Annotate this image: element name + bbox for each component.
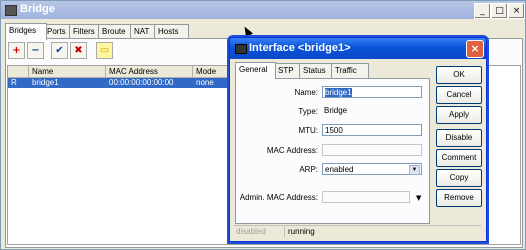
row-mode: none <box>196 78 214 87</box>
close-button[interactable]: × <box>508 3 525 19</box>
col-flag-header[interactable] <box>8 66 29 78</box>
disable-button[interactable]: Disable <box>436 129 482 147</box>
tab-bridges[interactable]: Bridges <box>5 23 47 40</box>
dialog-window-icon <box>235 44 247 54</box>
admin-mac-label: Admin. MAC Address: <box>239 193 318 202</box>
remove-icon[interactable]: − <box>27 42 44 59</box>
col-mac-header[interactable]: MAC Address <box>106 66 193 78</box>
arp-label: ARP: <box>299 165 318 174</box>
name-field-value: bridge1 <box>325 88 352 97</box>
tab-status[interactable]: Status <box>299 63 333 78</box>
copy-button[interactable]: Copy <box>436 169 482 187</box>
mtu-field[interactable]: 1500 <box>322 124 422 136</box>
mac-address-label: MAC Address: <box>266 146 318 155</box>
interface-dialog: Interface <bridge1> × General STP Status… <box>229 37 487 242</box>
row-name: bridge1 <box>32 78 59 87</box>
admin-mac-dropdown-icon[interactable]: ▼ <box>416 194 421 202</box>
bridge-titlebar[interactable]: Bridge _ □ × <box>1 1 525 19</box>
general-panel: Name: Type: MTU: MAC Address: ARP: Admin… <box>235 78 430 224</box>
tab-broute[interactable]: Broute <box>98 24 134 39</box>
dialog-status-bar: disabled running <box>234 225 481 238</box>
status-disabled: disabled <box>234 227 285 237</box>
arp-value: enabled <box>325 165 354 174</box>
window-icon <box>5 5 17 16</box>
mac-address-field <box>322 144 422 156</box>
tab-hosts[interactable]: Hosts <box>154 24 189 39</box>
row-mac: 00:00:00:00:00:00 <box>109 78 174 87</box>
dialog-titlebar[interactable]: Interface <bridge1> × <box>230 38 486 59</box>
minimize-button[interactable]: _ <box>474 3 491 19</box>
remove-button[interactable]: Remove <box>436 189 482 207</box>
enable-icon[interactable]: ✔ <box>51 42 68 59</box>
apply-button[interactable]: Apply <box>436 106 482 124</box>
ok-button[interactable]: OK <box>436 66 482 84</box>
disable-icon[interactable]: ✖ <box>70 42 87 59</box>
admin-mac-field[interactable] <box>322 191 410 203</box>
name-field[interactable]: bridge1 <box>322 86 422 98</box>
dialog-close-button[interactable]: × <box>466 40 484 58</box>
name-label: Name: <box>294 88 318 97</box>
row-flag: R <box>11 78 17 87</box>
tab-stp[interactable]: STP <box>274 63 300 78</box>
comment-button[interactable]: Comment <box>436 149 482 167</box>
cancel-button[interactable]: Cancel <box>436 86 482 104</box>
type-label: Type: <box>298 107 318 116</box>
comment-icon[interactable]: ▭ <box>96 42 113 59</box>
chevron-down-icon[interactable]: ▼ <box>409 165 420 175</box>
maximize-button[interactable]: □ <box>491 3 508 19</box>
tab-general[interactable]: General <box>235 62 276 79</box>
mtu-label: MTU: <box>298 126 318 135</box>
status-running: running <box>288 227 315 236</box>
window-title: Bridge <box>20 3 55 15</box>
add-icon[interactable]: + <box>8 42 25 59</box>
arp-select[interactable]: enabled ▼ <box>322 163 422 175</box>
col-name-header[interactable]: Name <box>29 66 106 78</box>
dialog-title: Interface <bridge1> <box>249 42 351 54</box>
type-value: Bridge <box>324 106 348 115</box>
tab-traffic[interactable]: Traffic <box>331 63 369 78</box>
